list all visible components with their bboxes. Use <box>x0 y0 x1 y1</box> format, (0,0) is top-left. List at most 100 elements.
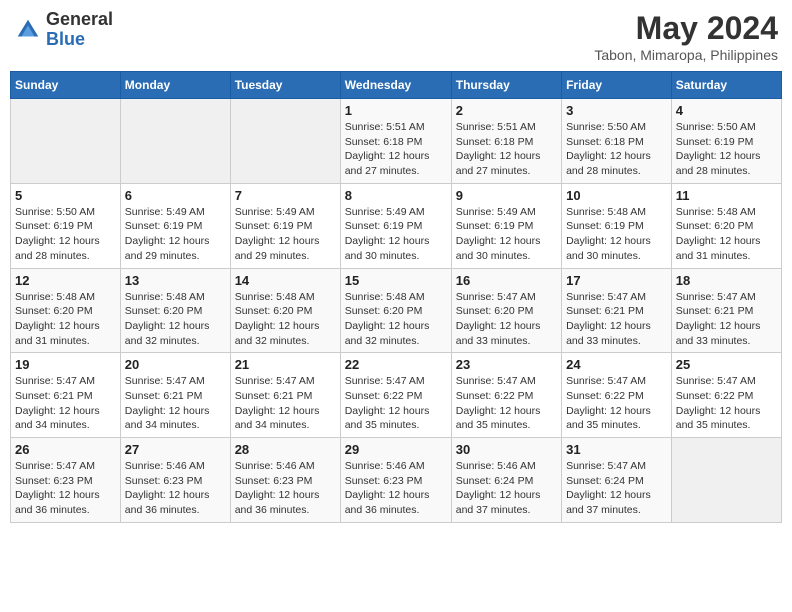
day-number: 1 <box>345 103 447 118</box>
day-of-week-monday: Monday <box>120 72 230 99</box>
day-info: Sunrise: 5:51 AMSunset: 6:18 PMDaylight:… <box>456 120 557 179</box>
day-info: Sunrise: 5:46 AMSunset: 6:24 PMDaylight:… <box>456 459 557 518</box>
day-info: Sunrise: 5:47 AMSunset: 6:20 PMDaylight:… <box>456 290 557 349</box>
calendar-cell: 7 Sunrise: 5:49 AMSunset: 6:19 PMDaylight… <box>230 183 340 268</box>
location-subtitle: Tabon, Mimaropa, Philippines <box>594 47 778 63</box>
day-number: 26 <box>15 442 116 457</box>
day-number: 25 <box>676 357 777 372</box>
day-of-week-sunday: Sunday <box>11 72 121 99</box>
calendar-cell <box>120 99 230 184</box>
days-of-week-row: SundayMondayTuesdayWednesdayThursdayFrid… <box>11 72 782 99</box>
calendar-cell: 22 Sunrise: 5:47 AMSunset: 6:22 PMDayligh… <box>340 353 451 438</box>
calendar-cell: 13 Sunrise: 5:48 AMSunset: 6:20 PMDayligh… <box>120 268 230 353</box>
calendar-cell: 29Sunrise: 5:46 AMSunset: 6:23 PMDayligh… <box>340 438 451 523</box>
calendar-cell: 31 Sunrise: 5:47 AMSunset: 6:24 PMDayligh… <box>562 438 672 523</box>
day-number: 17 <box>566 273 667 288</box>
day-number: 16 <box>456 273 557 288</box>
calendar-table: SundayMondayTuesdayWednesdayThursdayFrid… <box>10 71 782 523</box>
calendar-cell: 14 Sunrise: 5:48 AMSunset: 6:20 PMDayligh… <box>230 268 340 353</box>
day-info: Sunrise: 5:46 AMSunset: 6:23 PMDaylight:… <box>235 459 336 518</box>
day-number: 6 <box>125 188 226 203</box>
calendar-cell: 23Sunrise: 5:47 AMSunset: 6:22 PMDayligh… <box>451 353 561 438</box>
day-number: 8 <box>345 188 447 203</box>
day-info: Sunrise: 5:47 AMSunset: 6:21 PMDaylight:… <box>676 290 777 349</box>
day-number: 11 <box>676 188 777 203</box>
day-number: 22 <box>345 357 447 372</box>
day-info: Sunrise: 5:47 AMSunset: 6:21 PMDaylight:… <box>125 374 226 433</box>
day-info: Sunrise: 5:50 AMSunset: 6:18 PMDaylight:… <box>566 120 667 179</box>
day-number: 31 <box>566 442 667 457</box>
day-info: Sunrise: 5:51 AMSunset: 6:18 PMDaylight:… <box>345 120 447 179</box>
calendar-cell: 26 Sunrise: 5:47 AMSunset: 6:23 PMDayligh… <box>11 438 121 523</box>
day-number: 14 <box>235 273 336 288</box>
day-number: 30 <box>456 442 557 457</box>
day-info: Sunrise: 5:50 AMSunset: 6:19 PMDaylight:… <box>676 120 777 179</box>
calendar-cell: 2Sunrise: 5:51 AMSunset: 6:18 PMDaylight… <box>451 99 561 184</box>
logo-text: General Blue <box>46 10 113 50</box>
month-year-title: May 2024 <box>594 10 778 47</box>
day-number: 10 <box>566 188 667 203</box>
day-info: Sunrise: 5:49 AMSunset: 6:19 PMDaylight:… <box>125 205 226 264</box>
day-number: 15 <box>345 273 447 288</box>
calendar-cell: 10 Sunrise: 5:48 AMSunset: 6:19 PMDayligh… <box>562 183 672 268</box>
calendar-cell: 8 Sunrise: 5:49 AMSunset: 6:19 PMDaylight… <box>340 183 451 268</box>
day-number: 3 <box>566 103 667 118</box>
page-header: General Blue May 2024 Tabon, Mimaropa, P… <box>10 10 782 63</box>
calendar-cell: 20Sunrise: 5:47 AMSunset: 6:21 PMDayligh… <box>120 353 230 438</box>
calendar-week-3: 12 Sunrise: 5:48 AMSunset: 6:20 PMDayligh… <box>11 268 782 353</box>
calendar-cell: 4 Sunrise: 5:50 AMSunset: 6:19 PMDaylight… <box>671 99 781 184</box>
calendar-cell <box>11 99 121 184</box>
day-info: Sunrise: 5:47 AMSunset: 6:22 PMDaylight:… <box>345 374 447 433</box>
day-info: Sunrise: 5:48 AMSunset: 6:20 PMDaylight:… <box>15 290 116 349</box>
day-info: Sunrise: 5:49 AMSunset: 6:19 PMDaylight:… <box>345 205 447 264</box>
day-info: Sunrise: 5:48 AMSunset: 6:20 PMDaylight:… <box>235 290 336 349</box>
calendar-cell: 28 Sunrise: 5:46 AMSunset: 6:23 PMDayligh… <box>230 438 340 523</box>
calendar-week-4: 19 Sunrise: 5:47 AMSunset: 6:21 PMDayligh… <box>11 353 782 438</box>
calendar-cell: 6 Sunrise: 5:49 AMSunset: 6:19 PMDaylight… <box>120 183 230 268</box>
day-number: 7 <box>235 188 336 203</box>
day-info: Sunrise: 5:47 AMSunset: 6:24 PMDaylight:… <box>566 459 667 518</box>
logo-icon <box>14 16 42 44</box>
day-number: 4 <box>676 103 777 118</box>
day-of-week-tuesday: Tuesday <box>230 72 340 99</box>
day-info: Sunrise: 5:46 AMSunset: 6:23 PMDaylight:… <box>125 459 226 518</box>
calendar-cell: 11 Sunrise: 5:48 AMSunset: 6:20 PMDayligh… <box>671 183 781 268</box>
day-info: Sunrise: 5:48 AMSunset: 6:19 PMDaylight:… <box>566 205 667 264</box>
day-info: Sunrise: 5:48 AMSunset: 6:20 PMDaylight:… <box>125 290 226 349</box>
day-info: Sunrise: 5:49 AMSunset: 6:19 PMDaylight:… <box>235 205 336 264</box>
day-number: 12 <box>15 273 116 288</box>
day-number: 9 <box>456 188 557 203</box>
day-number: 29 <box>345 442 447 457</box>
day-info: Sunrise: 5:48 AMSunset: 6:20 PMDaylight:… <box>345 290 447 349</box>
day-info: Sunrise: 5:47 AMSunset: 6:22 PMDaylight:… <box>676 374 777 433</box>
calendar-cell <box>230 99 340 184</box>
day-number: 5 <box>15 188 116 203</box>
calendar-cell: 3 Sunrise: 5:50 AMSunset: 6:18 PMDaylight… <box>562 99 672 184</box>
calendar-cell: 24Sunrise: 5:47 AMSunset: 6:22 PMDayligh… <box>562 353 672 438</box>
day-of-week-friday: Friday <box>562 72 672 99</box>
day-of-week-saturday: Saturday <box>671 72 781 99</box>
calendar-cell: 15 Sunrise: 5:48 AMSunset: 6:20 PMDayligh… <box>340 268 451 353</box>
day-number: 13 <box>125 273 226 288</box>
day-number: 19 <box>15 357 116 372</box>
calendar-week-5: 26 Sunrise: 5:47 AMSunset: 6:23 PMDayligh… <box>11 438 782 523</box>
calendar-cell: 1 Sunrise: 5:51 AMSunset: 6:18 PMDaylight… <box>340 99 451 184</box>
day-number: 28 <box>235 442 336 457</box>
day-info: Sunrise: 5:47 AMSunset: 6:21 PMDaylight:… <box>235 374 336 433</box>
calendar-cell: 12 Sunrise: 5:48 AMSunset: 6:20 PMDayligh… <box>11 268 121 353</box>
day-of-week-thursday: Thursday <box>451 72 561 99</box>
day-info: Sunrise: 5:47 AMSunset: 6:23 PMDaylight:… <box>15 459 116 518</box>
calendar-cell: 16 Sunrise: 5:47 AMSunset: 6:20 PMDayligh… <box>451 268 561 353</box>
calendar-header: SundayMondayTuesdayWednesdayThursdayFrid… <box>11 72 782 99</box>
day-info: Sunrise: 5:47 AMSunset: 6:21 PMDaylight:… <box>15 374 116 433</box>
calendar-cell: 17Sunrise: 5:47 AMSunset: 6:21 PMDayligh… <box>562 268 672 353</box>
day-number: 21 <box>235 357 336 372</box>
calendar-cell: 25 Sunrise: 5:47 AMSunset: 6:22 PMDayligh… <box>671 353 781 438</box>
day-info: Sunrise: 5:48 AMSunset: 6:20 PMDaylight:… <box>676 205 777 264</box>
calendar-cell: 21 Sunrise: 5:47 AMSunset: 6:21 PMDayligh… <box>230 353 340 438</box>
calendar-week-2: 5Sunrise: 5:50 AMSunset: 6:19 PMDaylight… <box>11 183 782 268</box>
calendar-cell <box>671 438 781 523</box>
day-number: 27 <box>125 442 226 457</box>
calendar-body: 1 Sunrise: 5:51 AMSunset: 6:18 PMDaylight… <box>11 99 782 523</box>
day-number: 23 <box>456 357 557 372</box>
